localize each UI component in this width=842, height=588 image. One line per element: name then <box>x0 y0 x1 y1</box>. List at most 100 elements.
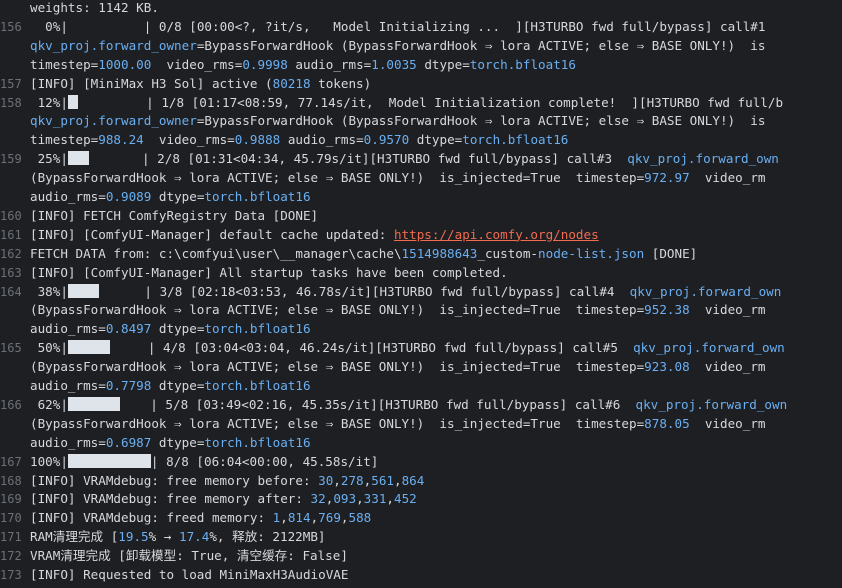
text-segment: 38%| <box>30 283 68 299</box>
terminal-output[interactable]: weights: 1142 KB. 156 0%| | 0/8 [00:00<?,… <box>0 0 842 588</box>
line-text: audio_rms=0.7798 dtype=torch.bfloat16 <box>30 377 311 396</box>
text-segment: 0.9089 <box>105 189 152 204</box>
text-segment: torch.bfloat16 <box>204 321 311 337</box>
line-number: 170 <box>0 511 22 526</box>
terminal-line: (BypassForwardHook ⇒ lora ACTIVE; else ⇒… <box>0 415 842 434</box>
text-segment: audio_rms= <box>30 434 106 450</box>
text-segment: dtype= <box>416 56 470 72</box>
text-segment: , <box>340 510 349 526</box>
terminal-line: 159 25%| | 2/8 [01:31<04:34, 45.79s/it][… <box>0 150 842 169</box>
text-segment: %, 释放: 2122MB] <box>209 529 326 545</box>
text-segment: qkv_proj.forward_owner <box>30 37 197 53</box>
text-segment: timestep= <box>30 56 99 72</box>
text-segment: | 4/8 [03:04<03:04, 46.24s/it][H3TURBO f… <box>109 340 634 356</box>
line-text: [INFO] [ComfyUI-Manager] default cache u… <box>30 226 599 245</box>
line-text: audio_rms=0.8497 dtype=torch.bfloat16 <box>30 320 311 339</box>
terminal-line: 160 [INFO] FETCH ComfyRegistry Data [DONE… <box>0 207 842 226</box>
terminal-line: audio_rms=0.6987 dtype=torch.bfloat16 <box>0 434 842 453</box>
terminal-line: 171 RAM清理完成 [19.5% → 17.4%, 释放: 2122MB] <box>0 528 842 547</box>
text-segment: | 2/8 [01:31<04:34, 45.79s/it][H3TURBO f… <box>88 151 628 167</box>
text-segment: [INFO] VRAMdebug: free memory after: <box>30 491 311 507</box>
text-segment: dtype= <box>409 132 463 148</box>
text-segment: 100%| <box>30 453 68 469</box>
text-segment: VRAM清理完成 [卸载模型: True, 清空缓存: False] <box>30 548 348 564</box>
text-segment: 12%| <box>30 94 68 110</box>
line-text: 62%| | 5/8 [03:49<02:16, 45.35s/it][H3TU… <box>30 396 787 415</box>
line-text: [INFO] FETCH ComfyRegistry Data [DONE] <box>30 207 318 226</box>
line-text: qkv_proj.forward_owner=BypassForwardHook… <box>30 112 765 131</box>
text-segment: 1.0035 <box>371 56 417 72</box>
text-segment: [INFO] [ComfyUI-Manager] All startup tas… <box>30 264 508 280</box>
text-segment: 17.4 <box>178 529 210 545</box>
url-link[interactable]: https://api.comfy.org/nodes <box>394 227 599 242</box>
text-segment: 0.6987 <box>105 434 152 450</box>
terminal-line: audio_rms=0.8497 dtype=torch.bfloat16 <box>0 320 842 339</box>
text-segment: 0.9570 <box>363 132 410 148</box>
text-segment: 878.05 <box>644 415 690 431</box>
line-number: 161 <box>0 227 22 242</box>
text-segment: 561 <box>371 472 394 488</box>
text-segment: weights: 1142 KB. <box>30 0 159 15</box>
line-text: 0%| | 0/8 [00:00<?, ?it/s, Model Initial… <box>30 18 765 37</box>
text-segment: video_rm <box>689 359 766 375</box>
text-segment: [INFO] VRAMdebug: free memory before: <box>30 472 319 488</box>
line-number: 173 <box>0 568 22 582</box>
text-segment: 80218 <box>272 75 311 91</box>
text-segment: 25%| <box>30 151 68 167</box>
line-text: (BypassForwardHook ⇒ lora ACTIVE; else ⇒… <box>30 358 765 377</box>
terminal-line: audio_rms=0.9089 dtype=torch.bfloat16 <box>0 188 842 207</box>
text-segment: 1514988643 <box>401 245 478 261</box>
terminal-line: 166 62%| | 5/8 [03:49<02:16, 45.35s/it][… <box>0 396 842 415</box>
text-segment: 952.38 <box>644 302 690 318</box>
terminal-line: 167 100%| | 8/8 [06:04<00:00, 45.58s/it] <box>0 453 842 472</box>
line-text: [INFO] VRAMdebug: free memory after: 32,… <box>30 490 417 509</box>
text-segment: tokens) <box>310 75 372 91</box>
text-segment: 0%| <box>30 18 68 34</box>
text-segment: FETCH DATA from: c:\comfyui\user\__manag… <box>30 245 402 261</box>
text-segment: % → <box>148 529 179 545</box>
terminal-line: 168 [INFO] VRAMdebug: free memory before:… <box>0 472 842 491</box>
terminal-line: 173 [INFO] Requested to load MiniMaxH3Aud… <box>0 566 842 585</box>
line-number: 167 <box>0 454 22 469</box>
progress-bar-fill <box>67 283 99 298</box>
line-number: 159 <box>0 152 22 167</box>
text-segment: =BypassForwardHook (BypassForwardHook ⇒ … <box>196 37 766 53</box>
text-segment: [INFO] FETCH ComfyRegistry Data [DONE] <box>30 207 319 223</box>
progress-bar-fill <box>67 340 110 355</box>
line-text: 25%| | 2/8 [01:31<04:34, 45.79s/it][H3TU… <box>30 150 779 169</box>
line-text: FETCH DATA from: c:\comfyui\user\__manag… <box>30 245 697 264</box>
line-text: [INFO] [MiniMax H3 Sol] active (80218 to… <box>30 75 371 94</box>
text-segment: 864 <box>401 472 425 488</box>
text-segment: 62%| <box>30 396 68 412</box>
text-segment: video_rm <box>689 302 766 318</box>
terminal-line: (BypassForwardHook ⇒ lora ACTIVE; else ⇒… <box>0 169 842 188</box>
line-text: 50%| | 4/8 [03:04<03:04, 46.24s/it][H3TU… <box>30 339 785 358</box>
text-segment: 923.08 <box>644 359 690 375</box>
text-segment: audio_rms= <box>30 378 106 393</box>
text-segment: qkv_proj.forward_own <box>627 151 779 167</box>
terminal-line: 156 0%| | 0/8 [00:00<?, ?it/s, Model Ini… <box>0 18 842 37</box>
progress-bar-fill <box>67 396 120 411</box>
line-text: 100%| | 8/8 [06:04<00:00, 45.58s/it] <box>30 453 378 472</box>
text-segment: (BypassForwardHook ⇒ lora ACTIVE; else ⇒… <box>30 170 645 186</box>
text-segment: [INFO] [MiniMax H3 Sol] active ( <box>30 75 273 91</box>
text-segment: qkv_proj.forward_owner <box>30 113 197 129</box>
terminal-line: 163 [INFO] [ComfyUI-Manager] All startup … <box>0 264 842 283</box>
line-number: 168 <box>0 473 22 488</box>
progress-bar-fill <box>67 151 89 166</box>
text-segment: , <box>386 491 394 507</box>
terminal-line: 161 [INFO] [ComfyUI-Manager] default cach… <box>0 226 842 245</box>
line-text: audio_rms=0.9089 dtype=torch.bfloat16 <box>30 188 311 207</box>
line-number: 156 <box>0 19 22 34</box>
text-segment: 30 <box>318 472 334 488</box>
line-number: 169 <box>0 492 22 507</box>
line-number: 160 <box>0 208 22 223</box>
line-text: RAM清理完成 [19.5% → 17.4%, 释放: 2122MB] <box>30 528 326 547</box>
text-segment: 0.9998 <box>242 56 288 72</box>
text-segment: | 0/8 [00:00<?, ?it/s, Model Initializin… <box>67 18 766 34</box>
text-segment: 0.7798 <box>105 378 152 393</box>
terminal-line: 172 VRAM清理完成 [卸载模型: True, 清空缓存: False] <box>0 547 842 566</box>
line-number: 157 <box>0 76 22 91</box>
terminal-line: 164 38%| | 3/8 [02:18<03:53, 46.78s/it][… <box>0 283 842 302</box>
text-segment: node-list.json <box>538 245 645 261</box>
